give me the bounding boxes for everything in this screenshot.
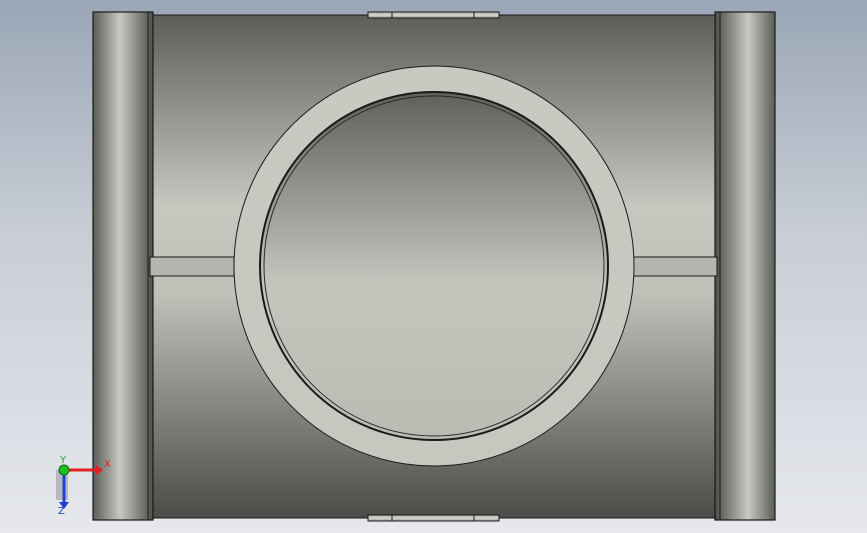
y-axis-dot [58,464,70,476]
bottom-tab[interactable] [367,514,500,522]
branch-bore[interactable] [259,91,609,441]
x-axis-label: X [104,459,111,470]
z-axis-label: Z [58,506,65,517]
top-tab[interactable] [367,11,500,19]
right-seam-band [632,256,718,277]
right-end-collar[interactable] [714,11,776,521]
model-canvas[interactable]: X Y Z [0,0,867,533]
left-end-collar[interactable] [92,11,154,521]
cad-viewport[interactable]: X Y Z [0,0,867,533]
left-seam-band [149,256,235,277]
y-axis-label: Y [59,455,67,466]
